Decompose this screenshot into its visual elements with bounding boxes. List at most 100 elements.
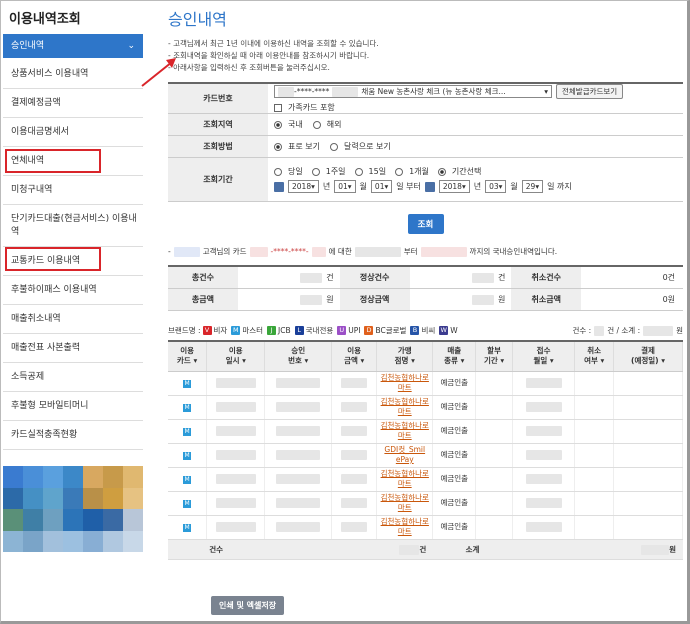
column-header[interactable]: 매출 종류 ▾ xyxy=(432,341,477,372)
brand-badge-icon: B xyxy=(410,326,420,335)
merchant-link[interactable]: 김천농협하나로마트 xyxy=(377,421,432,441)
blurred-received-date xyxy=(525,402,562,412)
region-domestic-radio[interactable] xyxy=(274,120,282,129)
table-row: M 김천농협하나로마트 예금인출 xyxy=(168,371,683,396)
calendar-icon[interactable] xyxy=(274,181,284,192)
period-week-radio[interactable] xyxy=(311,167,320,176)
mosaic-tile xyxy=(103,530,123,552)
sidebar-item-label: 미청구내역 xyxy=(11,185,53,195)
region-overseas-radio[interactable] xyxy=(312,120,321,129)
calendar-icon[interactable] xyxy=(424,181,435,192)
end-day-select[interactable]: 29 ▾ xyxy=(521,180,544,193)
search-button[interactable]: 조회 xyxy=(407,214,444,234)
start-day-select[interactable]: 01 ▾ xyxy=(370,180,393,193)
mosaic-tile xyxy=(63,530,83,552)
mosaic-tile xyxy=(83,487,103,509)
column-header[interactable]: 접수 월일 ▾ xyxy=(512,341,576,372)
sort-arrow-icon: ▾ xyxy=(658,356,665,366)
totals-unit: 건 xyxy=(497,273,506,282)
sidebar-item[interactable]: 후불형 모바일티머니 xyxy=(3,392,143,421)
blurred-approval-number xyxy=(276,450,321,460)
mosaic-tile xyxy=(83,509,103,531)
method-row: 조회방법 표로 보기 달력으로 보기 xyxy=(168,136,683,158)
period-15days-radio[interactable] xyxy=(354,167,363,176)
brand-name: 비씨 xyxy=(421,326,436,335)
region-row: 조회지역 국내 해외 xyxy=(168,114,683,136)
period-custom-radio[interactable] xyxy=(437,167,446,176)
period-today-radio[interactable] xyxy=(274,167,282,176)
sidebar-item[interactable]: 상품서비스 이용내역 xyxy=(3,60,143,89)
chevron-down-icon: ▾ xyxy=(544,87,548,96)
region-option-label: 국내 xyxy=(288,120,303,129)
blurred-received-date xyxy=(525,426,562,436)
unit-label: 월 xyxy=(359,182,367,191)
method-calendar-radio[interactable] xyxy=(329,142,338,151)
sort-arrow-icon: ▾ xyxy=(547,356,554,366)
sidebar-item[interactable]: 카드실적충족현황 xyxy=(3,421,143,450)
sidebar-item[interactable]: 이용대금명세서 xyxy=(3,118,143,147)
card-select[interactable]: -****-**** 채움 New 농촌사랑 체크 (뉴 농촌사랑 체크... … xyxy=(274,85,552,98)
start-year-select[interactable]: 2018 ▾ xyxy=(288,180,319,193)
mosaic-tile xyxy=(3,530,23,552)
period-row: 조회기간 당일 1주일 15일 1개월 기간선택 2018 ▾ 년 01 ▾ 월 01 ▾… xyxy=(168,158,683,202)
column-header[interactable]: 가맹 점명 ▾ xyxy=(376,341,434,372)
blurred-amount xyxy=(341,426,368,436)
card-number-masked: -****-**** xyxy=(294,87,330,96)
unit-label: 년 xyxy=(322,182,331,191)
totals-unit: 건 xyxy=(326,273,334,282)
footer-amount-unit: 원 xyxy=(669,544,676,554)
blurred-approval-number xyxy=(276,522,321,532)
sidebar-item[interactable]: 매출취소내역 xyxy=(3,305,143,334)
column-header[interactable]: 이용 카드 ▾ xyxy=(168,341,208,372)
totals-unit: 원 xyxy=(497,295,506,304)
totals-row: 총금액 원 정상금액 원 취소금액 0원 xyxy=(168,289,683,311)
column-header[interactable]: 이용 일시 ▾ xyxy=(206,341,266,372)
mosaic-tile xyxy=(43,466,63,488)
end-month-select[interactable]: 03 ▾ xyxy=(485,180,507,193)
sort-arrow-icon: ▾ xyxy=(190,356,198,366)
totals-row: 총건수 건 정상건수 건 취소건수 0건 xyxy=(168,267,683,289)
mosaic-tile xyxy=(103,509,123,531)
merchant-link[interactable]: 김천농협하나로마트 xyxy=(377,517,432,537)
column-header[interactable]: 이용 금액 ▾ xyxy=(331,341,378,372)
notice-item: 아래사항을 입력하신 후 조회버튼을 눌러주십시오. xyxy=(168,62,683,74)
end-year-select[interactable]: 2018 ▾ xyxy=(438,180,470,193)
table-row: M GDI컷_Smil ePay 예금인출 xyxy=(168,443,683,468)
column-header[interactable]: 결제 (예정일) ▾ xyxy=(613,341,683,372)
column-header[interactable]: 할부 기간 ▾ xyxy=(475,341,513,372)
column-header[interactable]: 취소 여부 ▾ xyxy=(574,341,615,372)
sidebar-item[interactable]: 단기카드대출(현금서비스) 이용내역 xyxy=(3,205,143,247)
mosaic-tile xyxy=(63,466,83,488)
sidebar-item[interactable]: 결제예정금액 xyxy=(3,89,143,118)
sidebar-item[interactable]: 후불하이패스 이용내역 xyxy=(3,276,143,305)
totals-value: 건 xyxy=(410,267,512,288)
method-label: 조회방법 xyxy=(168,136,268,157)
merchant-link[interactable]: 김천농협하나로마트 xyxy=(377,373,432,393)
all-cards-button[interactable]: 전체발급카드보기 xyxy=(556,84,624,99)
mosaic-tile xyxy=(103,466,123,488)
blurred-datetime xyxy=(215,378,256,388)
merchant-link[interactable]: 김천농협하나로마트 xyxy=(377,493,432,513)
family-card-checkbox[interactable] xyxy=(274,103,282,112)
sidebar-item[interactable]: 미청구내역 xyxy=(3,176,143,205)
period-month-radio[interactable] xyxy=(395,167,404,176)
start-month-select[interactable]: 01 ▾ xyxy=(334,180,356,193)
merchant-link[interactable]: GDI컷_Smil ePay xyxy=(377,445,432,465)
print-excel-button[interactable]: 인쇄 및 엑셀저장 xyxy=(211,596,285,615)
period-option-label: 15일 xyxy=(368,167,387,176)
sidebar-item-approval[interactable]: 승인내역 ⌄ xyxy=(3,34,143,58)
sidebar-item[interactable]: 매출전표 사본출력 xyxy=(3,334,143,363)
sidebar-item[interactable]: 소득공제 xyxy=(3,363,143,392)
column-header[interactable]: 승인 번호 ▾ xyxy=(264,341,333,372)
merchant-link[interactable]: 김천농협하나로마트 xyxy=(377,397,432,417)
method-table-radio[interactable] xyxy=(274,142,282,151)
mosaic-tile xyxy=(123,487,143,509)
region-option-label: 해외 xyxy=(326,120,342,129)
blurred-received-date xyxy=(525,498,562,508)
unit-label: 월 xyxy=(510,182,518,191)
totals-label: 정상금액 xyxy=(339,289,410,310)
mosaic-tile xyxy=(23,530,43,552)
table-footer: 건수 건 소계 원 xyxy=(168,539,684,560)
totals-unit: 원 xyxy=(326,295,334,304)
merchant-link[interactable]: 김천농협하나로마트 xyxy=(377,469,432,489)
